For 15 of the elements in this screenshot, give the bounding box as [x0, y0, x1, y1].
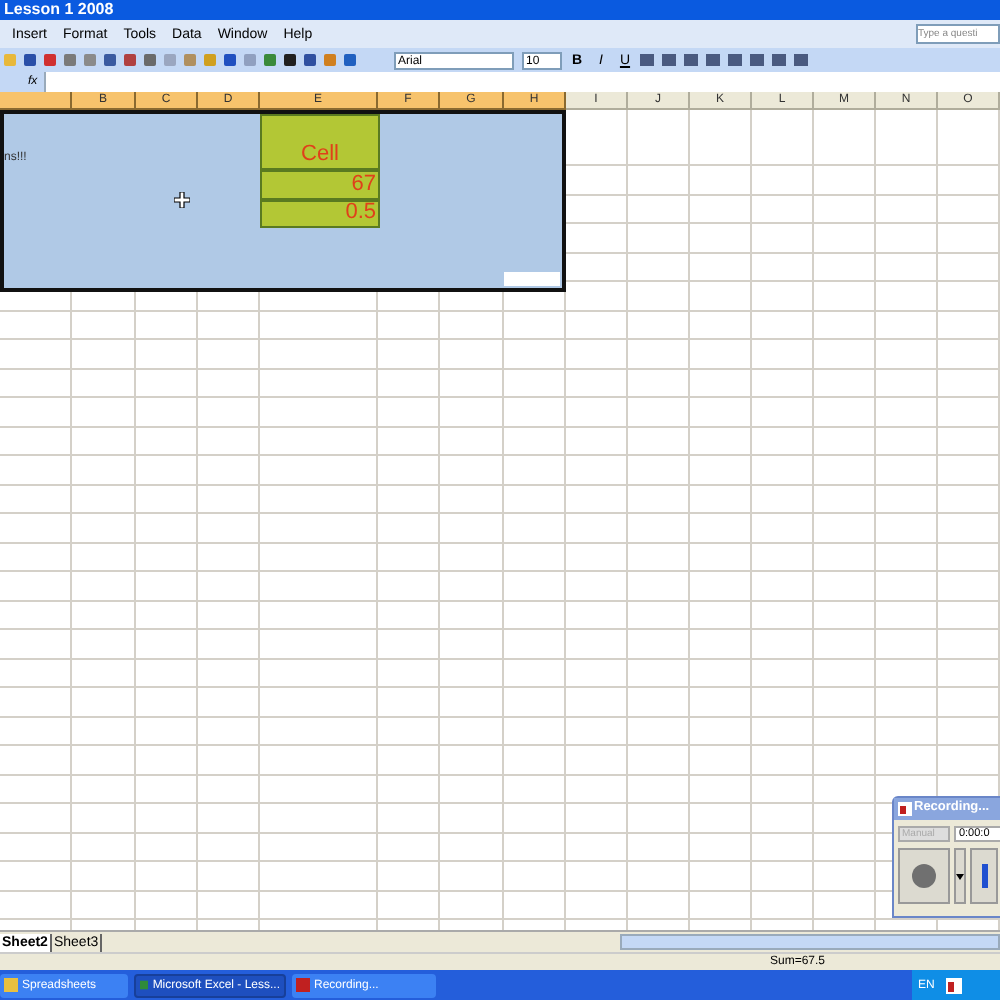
horizontal-scrollbar[interactable] — [620, 934, 1000, 950]
pause-button[interactable] — [970, 848, 998, 904]
record-button[interactable] — [898, 848, 950, 904]
bar-icon — [981, 864, 987, 888]
record-options-button[interactable] — [954, 848, 966, 904]
formula-field[interactable] — [44, 72, 1000, 92]
column-header[interactable] — [0, 92, 72, 110]
blank-cell — [504, 272, 560, 286]
table-cell: Cell — [260, 114, 380, 170]
cross-cursor-icon — [174, 192, 190, 208]
circle-icon — [912, 864, 936, 888]
table-cell: 0.5 — [260, 200, 380, 228]
window-title: Lesson 1 2008 — [4, 2, 114, 18]
table-cell: 67 — [260, 170, 380, 200]
caret-icon — [956, 873, 964, 879]
